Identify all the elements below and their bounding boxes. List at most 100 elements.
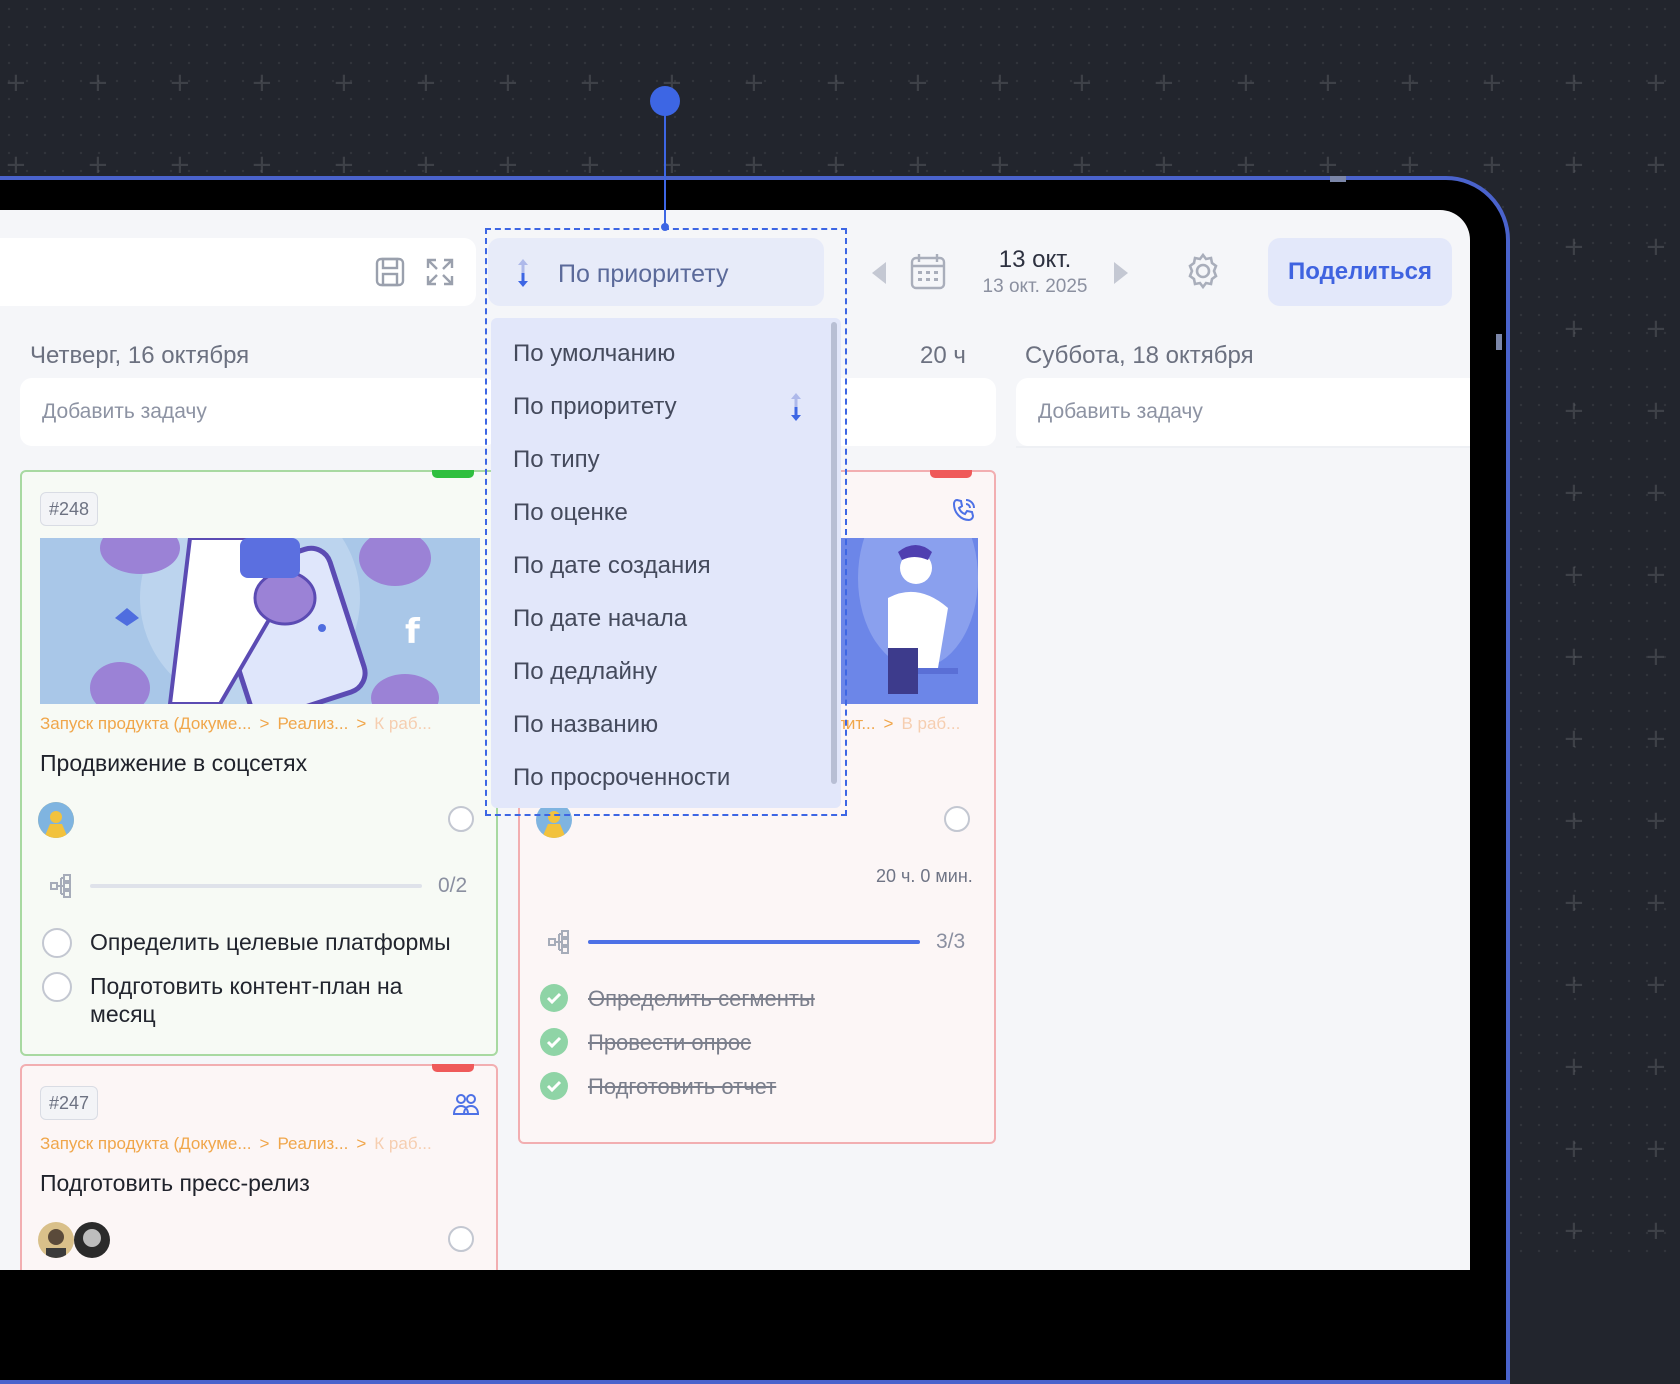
background-plus: + — [1563, 970, 1585, 1000]
background-plus: + — [1563, 396, 1585, 426]
breadcrumb-separator: > — [356, 1134, 367, 1153]
avatar[interactable] — [74, 1222, 110, 1258]
breadcrumb-stage[interactable]: Реализ... — [277, 714, 348, 733]
breadcrumb[interactable]: лит... > В раб... — [836, 714, 960, 734]
current-date: 13 окт. — [998, 246, 1072, 273]
avatar[interactable] — [38, 1222, 74, 1258]
subtasks-icon — [548, 930, 569, 954]
save-icon[interactable] — [374, 256, 406, 288]
background-plus: + — [579, 150, 601, 180]
prev-date-arrow[interactable] — [872, 262, 886, 284]
task-title[interactable]: Подготовить пресс-релиз — [40, 1170, 310, 1197]
background-plus: + — [907, 68, 929, 98]
background-plus: + — [1153, 150, 1175, 180]
subtask-done-check-icon[interactable] — [540, 1028, 568, 1056]
subtask-toggle[interactable] — [42, 928, 72, 958]
background-plus: + — [1645, 232, 1667, 262]
background-plus: + — [87, 68, 109, 98]
breadcrumb-status[interactable]: К раб... — [374, 714, 431, 733]
background-plus: + — [1235, 150, 1257, 180]
background-plus: + — [1563, 1216, 1585, 1246]
background-plus: + — [1563, 806, 1585, 836]
background-plus: + — [1645, 314, 1667, 344]
background-plus: + — [1071, 68, 1093, 98]
background-plus: + — [1563, 68, 1585, 98]
task-id-badge: #247 — [40, 1086, 99, 1120]
background-plus: + — [743, 68, 765, 98]
background-plus: + — [251, 68, 273, 98]
calendar-icon[interactable] — [910, 252, 946, 290]
subtask-label[interactable]: Определить целевые платформы — [90, 928, 480, 956]
background-plus: + — [1563, 642, 1585, 672]
breadcrumb-stage[interactable]: Реализ... — [277, 1134, 348, 1153]
phone-call-icon — [952, 498, 975, 522]
gear-icon[interactable] — [1184, 252, 1222, 290]
background-plus: + — [1563, 150, 1585, 180]
subtasks-count: 0/2 — [438, 874, 468, 897]
background-plus: + — [1645, 560, 1667, 590]
subtasks-progress-fill — [588, 940, 920, 944]
background-plus: + — [169, 150, 191, 180]
background-plus: + — [1399, 150, 1421, 180]
annotation-pin-line — [664, 114, 666, 226]
subtask-label[interactable]: Подготовить отчет — [588, 1074, 776, 1100]
annotation-pin — [650, 86, 680, 116]
task-title[interactable]: Продвижение в соцсетях — [40, 750, 307, 777]
search-bar[interactable] — [0, 238, 476, 306]
background-plus: + — [1563, 232, 1585, 262]
share-button[interactable]: Поделиться — [1268, 238, 1452, 306]
breadcrumb-status[interactable]: К раб... — [374, 1134, 431, 1153]
background-plus: + — [497, 68, 519, 98]
complete-task-toggle[interactable] — [448, 806, 474, 832]
task-card-247[interactable]: #247 Запуск продукта (Докуме... > Реализ..… — [20, 1064, 498, 1270]
background-plus: + — [333, 68, 355, 98]
background-plus: + — [1645, 1134, 1667, 1164]
background-plus: + — [1317, 150, 1339, 180]
background-plus: + — [743, 150, 765, 180]
background-plus: + — [1645, 1052, 1667, 1082]
avatar[interactable] — [38, 802, 74, 838]
add-task-input-thursday[interactable]: Добавить задачу — [20, 378, 496, 446]
background-plus: + — [415, 150, 437, 180]
background-plus: + — [1645, 642, 1667, 672]
background-plus: + — [1645, 150, 1667, 180]
breadcrumb-project[interactable]: Запуск продукта (Докуме... — [40, 714, 252, 733]
breadcrumb-separator: > — [883, 714, 894, 733]
team-icon — [452, 1094, 480, 1115]
task-card-248[interactable]: #248 f Запуск продукта (Докуме... > Реализ… — [20, 470, 498, 1056]
background-plus: + — [251, 150, 273, 180]
background-plus: + — [1071, 150, 1093, 180]
background-plus: + — [1645, 396, 1667, 426]
background-plus: + — [1645, 888, 1667, 918]
background-plus: + — [1645, 806, 1667, 836]
subtasks-icon — [50, 874, 71, 898]
background-plus: + — [825, 68, 847, 98]
breadcrumb[interactable]: Запуск продукта (Докуме... > Реализ... > К р… — [40, 714, 432, 734]
task-id-badge: #248 — [40, 492, 99, 526]
breadcrumb[interactable]: Запуск продукта (Докуме... > Реализ... > К р… — [40, 1134, 432, 1154]
breadcrumb-separator: > — [259, 1134, 270, 1153]
subtask-label[interactable]: Провести опрос — [588, 1030, 751, 1056]
background-plus: + — [989, 68, 1011, 98]
complete-task-toggle[interactable] — [944, 806, 970, 832]
subtask-done-check-icon[interactable] — [540, 1072, 568, 1100]
background-plus: + — [1645, 478, 1667, 508]
day-title-thursday: Четверг, 16 октября — [30, 342, 250, 369]
subtask-done-check-icon[interactable] — [540, 984, 568, 1012]
svg-text:f: f — [405, 612, 421, 652]
subtask-label[interactable]: Подготовить контент-план на месяц — [90, 972, 470, 1028]
background-plus: + — [1563, 1134, 1585, 1164]
background-plus: + — [907, 150, 929, 180]
subtask-toggle[interactable] — [42, 972, 72, 1002]
subtask-label[interactable]: Определить сегменты — [588, 986, 815, 1012]
complete-task-toggle[interactable] — [448, 1226, 474, 1252]
next-date-arrow[interactable] — [1114, 262, 1128, 284]
background-plus: + — [825, 150, 847, 180]
breadcrumb-status[interactable]: В раб... — [901, 714, 960, 733]
breadcrumb-project[interactable]: Запуск продукта (Докуме... — [40, 1134, 252, 1153]
expand-icon[interactable] — [424, 256, 456, 288]
subtasks-count: 3/3 — [936, 930, 966, 953]
time-estimate: 20 ч. 0 мин. — [876, 866, 973, 886]
current-date-full: 13 окт. 2025 — [982, 276, 1088, 297]
add-task-input-saturday[interactable]: Добавить задачу — [1016, 378, 1470, 446]
